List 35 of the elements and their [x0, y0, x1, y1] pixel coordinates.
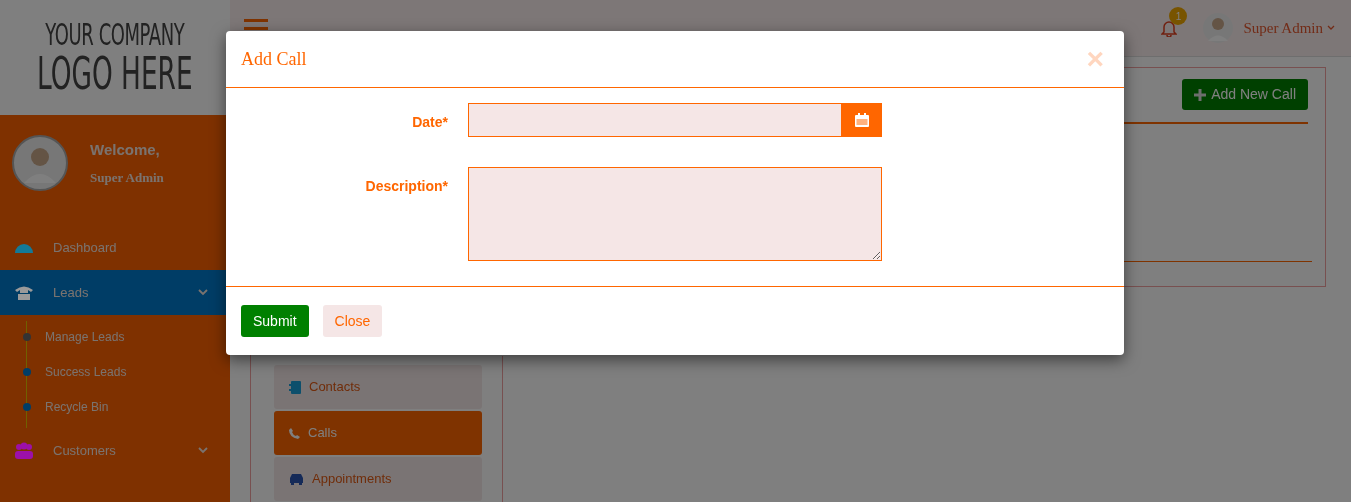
side-tab[interactable]: Appointments [274, 457, 482, 501]
add-new-call-button[interactable]: Add New Call [1182, 79, 1308, 110]
dialog-title: Add Call [241, 47, 307, 71]
date-field[interactable] [468, 103, 842, 137]
logo-text: LOGO HERE [37, 50, 193, 97]
logo-text: YOUR COMPANY [45, 18, 185, 51]
field-label: Description* [364, 177, 448, 196]
sidebar-item[interactable]: Dashboard [0, 225, 230, 270]
phone-icon [289, 427, 300, 439]
submenu-item[interactable]: Manage Leads [0, 319, 230, 354]
close-button[interactable]: Close [322, 305, 383, 337]
plus-icon [1194, 88, 1207, 101]
chevron-icon [198, 447, 208, 454]
calendar-icon [855, 113, 869, 127]
welcome-text: Welcome, [90, 140, 161, 160]
sidebar-item[interactable]: Customers [0, 428, 230, 473]
chevron-icon [198, 289, 208, 296]
user-name: Super Admin [90, 168, 164, 187]
avatar-icon [1203, 13, 1234, 43]
submenu-item[interactable]: Recycle Bin [0, 389, 230, 424]
calendar-button[interactable] [842, 103, 882, 137]
submit-button[interactable]: Submit [241, 305, 309, 337]
chevron-icon [1327, 25, 1335, 31]
submenu-item[interactable]: Success Leads [0, 354, 230, 389]
side-tab[interactable]: Contacts [274, 365, 482, 409]
close-button[interactable]: × [1086, 44, 1104, 74]
address-book-icon [289, 380, 301, 394]
car-icon [289, 473, 304, 485]
side-tab[interactable]: Calls [274, 411, 482, 455]
field-label: Date* [411, 113, 448, 132]
notification-badge: 1 [1169, 7, 1188, 25]
avatar-icon [12, 135, 68, 191]
user-menu[interactable]: Super Admin [1243, 16, 1335, 40]
description-field[interactable] [468, 167, 882, 261]
bell-icon[interactable] [1161, 19, 1178, 37]
